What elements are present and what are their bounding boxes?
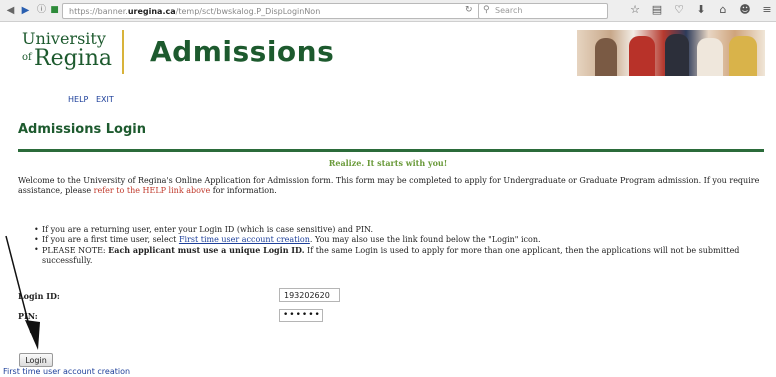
first-time-inline-link[interactable]: First time user account creation: [179, 235, 310, 244]
forward-icon[interactable]: ▶: [19, 4, 32, 17]
login-button[interactable]: Login: [19, 353, 53, 367]
admissions-banner-title: Admissions: [150, 35, 335, 68]
search-icon: ⚲: [483, 5, 490, 15]
instruction-note-label: PLEASE NOTE:: [42, 246, 106, 255]
url-bar[interactable]: https://banner.uregina.ca/temp/sct/bwska…: [62, 3, 492, 19]
info-icon[interactable]: ⓘ: [35, 4, 48, 17]
logo-regina-text: Regina: [34, 46, 112, 71]
logo-of-text: of: [22, 52, 32, 63]
home-icon[interactable]: ⌂: [716, 3, 730, 17]
back-icon[interactable]: ◀: [4, 4, 17, 17]
welcome-text: Welcome to the University of Regina's On…: [18, 176, 768, 196]
sync-icon[interactable]: ☻: [738, 3, 752, 17]
browser-toolbar: ◀ ▶ ⓘ ■ https://banner.uregina.ca/temp/s…: [0, 0, 776, 22]
divider-rule: [18, 149, 764, 152]
instruction-returning-user: If you are a returning user, enter your …: [42, 225, 374, 234]
tagline: Realize. It starts with you!: [328, 158, 448, 168]
exit-link[interactable]: EXIT: [96, 95, 114, 104]
welcome-end: for information.: [212, 186, 277, 195]
pin-label: PIN:: [18, 311, 38, 321]
instructions-list: If you are a returning user, enter your …: [34, 225, 764, 266]
header-photo: [577, 30, 765, 76]
list-item: If you are a returning user, enter your …: [34, 225, 764, 235]
login-id-input[interactable]: [279, 288, 340, 302]
page-title: Admissions Login: [18, 122, 146, 137]
search-bar[interactable]: ⚲ Search: [478, 3, 608, 19]
search-placeholder: Search: [495, 6, 523, 15]
reload-icon[interactable]: ↻: [465, 5, 473, 15]
list-item: PLEASE NOTE: Each applicant must use a u…: [34, 245, 764, 266]
menu-icon[interactable]: ≡: [760, 3, 774, 17]
bookmark-star-icon[interactable]: ☆: [628, 3, 642, 17]
instruction-note-bold: Each applicant must use a unique Login I…: [108, 245, 305, 255]
login-id-label: Login ID:: [18, 291, 60, 301]
logo-university-text: University: [22, 29, 106, 48]
reading-list-icon[interactable]: ▤: [650, 3, 664, 17]
url-text: https://banner.uregina.ca/temp/sct/bwska…: [69, 7, 321, 16]
logo-divider: [122, 30, 124, 74]
help-link[interactable]: HELP: [68, 95, 88, 104]
pocket-icon[interactable]: ♡: [672, 3, 686, 17]
lock-icon: ■: [50, 5, 59, 15]
list-item: If you are a first time user, select Fir…: [34, 235, 764, 245]
instruction-first-time-pre: If you are a first time user, select: [42, 235, 177, 244]
pin-input[interactable]: ••••••: [279, 309, 323, 322]
download-icon[interactable]: ⬇: [694, 3, 708, 17]
help-reference-link[interactable]: refer to the HELP link above: [94, 186, 211, 195]
first-time-account-link[interactable]: First time user account creation: [3, 367, 130, 376]
instruction-first-time-post: . You may also use the link found below …: [309, 235, 541, 244]
